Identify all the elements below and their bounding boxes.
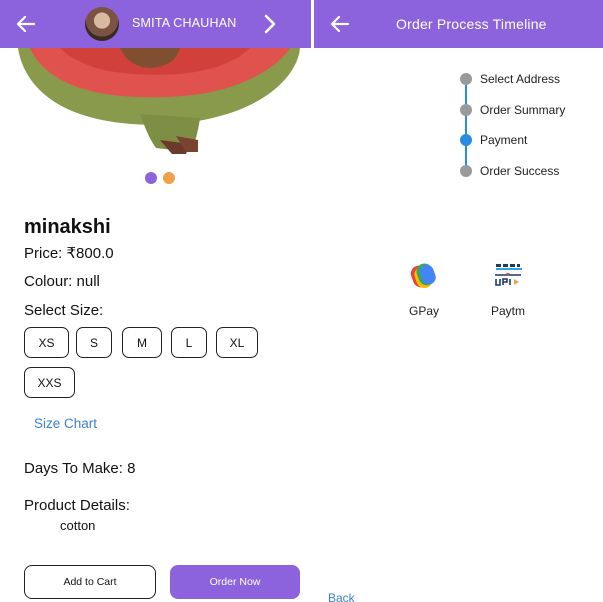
carousel-dot-active[interactable] bbox=[145, 172, 157, 184]
seller-name: SMITA CHAUHAN bbox=[132, 16, 237, 30]
chevron-right-icon[interactable] bbox=[258, 12, 282, 36]
product-screen: SMITA CHAUHAN minakshi Price: ₹800.0 Col… bbox=[0, 0, 311, 602]
size-button-l[interactable]: L bbox=[171, 327, 207, 358]
payment-option-label: Paytm bbox=[490, 304, 525, 318]
arrow-left-icon[interactable] bbox=[14, 12, 38, 36]
product-details-value: cotton bbox=[60, 518, 96, 533]
size-button-m[interactable]: M bbox=[122, 327, 162, 358]
timeline-dot bbox=[460, 73, 472, 85]
select-size-label: Select Size: bbox=[24, 302, 104, 319]
timeline-dot-active bbox=[460, 134, 472, 146]
days-to-make: Days To Make: 8 bbox=[24, 460, 136, 477]
product-name: minakshi bbox=[24, 216, 111, 238]
page-title: Order Process Timeline bbox=[396, 16, 547, 32]
order-now-button[interactable]: Order Now bbox=[170, 565, 300, 599]
payment-option-label: GPay bbox=[408, 304, 439, 318]
timeline-step-order-summary: Order Summary bbox=[458, 103, 565, 117]
timeline-step-order-success: Order Success bbox=[458, 164, 559, 178]
timeline-step-label: Order Summary bbox=[480, 103, 566, 117]
arrow-left-icon[interactable] bbox=[328, 12, 352, 36]
size-button-xxs[interactable]: XXS bbox=[24, 367, 75, 398]
size-button-s[interactable]: S bbox=[76, 327, 112, 358]
timeline-step-label: Select Address bbox=[480, 72, 561, 86]
size-button-xs[interactable]: XS bbox=[24, 327, 69, 358]
size-chart-link[interactable]: Size Chart bbox=[34, 416, 97, 431]
timeline-connector bbox=[465, 80, 467, 172]
gpay-icon bbox=[410, 263, 436, 289]
timeline-step-select-address: Select Address bbox=[458, 72, 560, 86]
payment-option-paytm[interactable]: Paytm bbox=[478, 258, 538, 318]
timeline-dot bbox=[460, 104, 472, 116]
product-image bbox=[0, 48, 311, 160]
add-to-cart-button[interactable]: Add to Cart bbox=[24, 565, 156, 599]
order-timeline-screen: Order Process Timeline Select Address Or… bbox=[314, 0, 603, 602]
timeline-app-bar: Order Process Timeline bbox=[314, 0, 603, 48]
carousel-indicators bbox=[145, 172, 175, 184]
timeline-step-payment: Payment bbox=[458, 133, 527, 147]
timeline-step-label: Payment bbox=[480, 133, 528, 147]
avatar[interactable] bbox=[85, 7, 119, 41]
timeline-dot bbox=[460, 165, 472, 177]
product-price: Price: ₹800.0 bbox=[24, 245, 114, 262]
product-colour: Colour: null bbox=[24, 273, 100, 290]
paytm-upi-icon bbox=[494, 262, 522, 286]
product-details-label: Product Details: bbox=[24, 497, 130, 514]
payment-option-gpay[interactable]: GPay bbox=[394, 258, 454, 318]
back-link[interactable]: Back bbox=[328, 591, 355, 602]
size-button-xl[interactable]: XL bbox=[216, 327, 258, 358]
timeline-step-label: Order Success bbox=[480, 164, 560, 178]
product-app-bar: SMITA CHAUHAN bbox=[0, 0, 311, 48]
carousel-dot[interactable] bbox=[163, 172, 175, 184]
